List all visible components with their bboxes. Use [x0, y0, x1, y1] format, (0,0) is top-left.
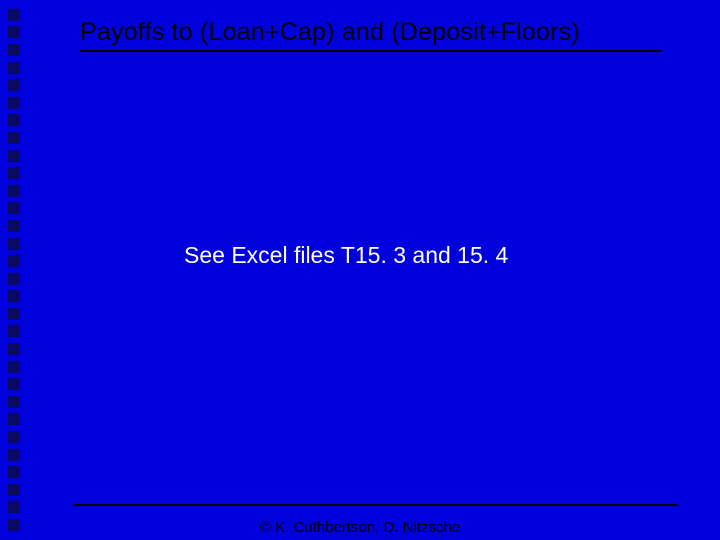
slide: Payoffs to (Loan+Cap) and (Deposit+Floor…: [0, 0, 720, 540]
rail-square-icon: [8, 26, 20, 38]
rail-square-icon: [8, 325, 20, 337]
rail-square-icon: [8, 220, 20, 232]
rail-square-icon: [8, 361, 20, 373]
slide-footer: © K. Cuthbertson, D. Nitzsche: [0, 519, 720, 536]
rail-square-icon: [8, 150, 20, 162]
rail-square-icon: [8, 132, 20, 144]
rail-square-icon: [8, 185, 20, 197]
title-underline: [80, 50, 662, 52]
rail-square-icon: [8, 79, 20, 91]
rail-square-icon: [8, 44, 20, 56]
rail-square-icon: [8, 97, 20, 109]
rail-square-icon: [8, 202, 20, 214]
rail-square-icon: [8, 431, 20, 443]
rail-square-icon: [8, 484, 20, 496]
slide-body-text: See Excel files T15. 3 and 15. 4: [184, 242, 508, 269]
rail-square-icon: [8, 62, 20, 74]
slide-title: Payoffs to (Loan+Cap) and (Deposit+Floor…: [80, 18, 680, 47]
rail-square-icon: [8, 290, 20, 302]
rail-square-icon: [8, 238, 20, 250]
rail-square-icon: [8, 114, 20, 126]
left-decorative-rail: [0, 0, 30, 540]
rail-square-icon: [8, 308, 20, 320]
footer-rule: [74, 504, 678, 506]
rail-square-icon: [8, 167, 20, 179]
rail-square-icon: [8, 413, 20, 425]
rail-square-icon: [8, 449, 20, 461]
rail-square-icon: [8, 378, 20, 390]
rail-square-icon: [8, 9, 20, 21]
rail-square-icon: [8, 255, 20, 267]
title-container: Payoffs to (Loan+Cap) and (Deposit+Floor…: [80, 18, 680, 47]
rail-square-icon: [8, 396, 20, 408]
rail-square-icon: [8, 273, 20, 285]
rail-square-icon: [8, 501, 20, 513]
rail-square-icon: [8, 466, 20, 478]
rail-square-icon: [8, 343, 20, 355]
